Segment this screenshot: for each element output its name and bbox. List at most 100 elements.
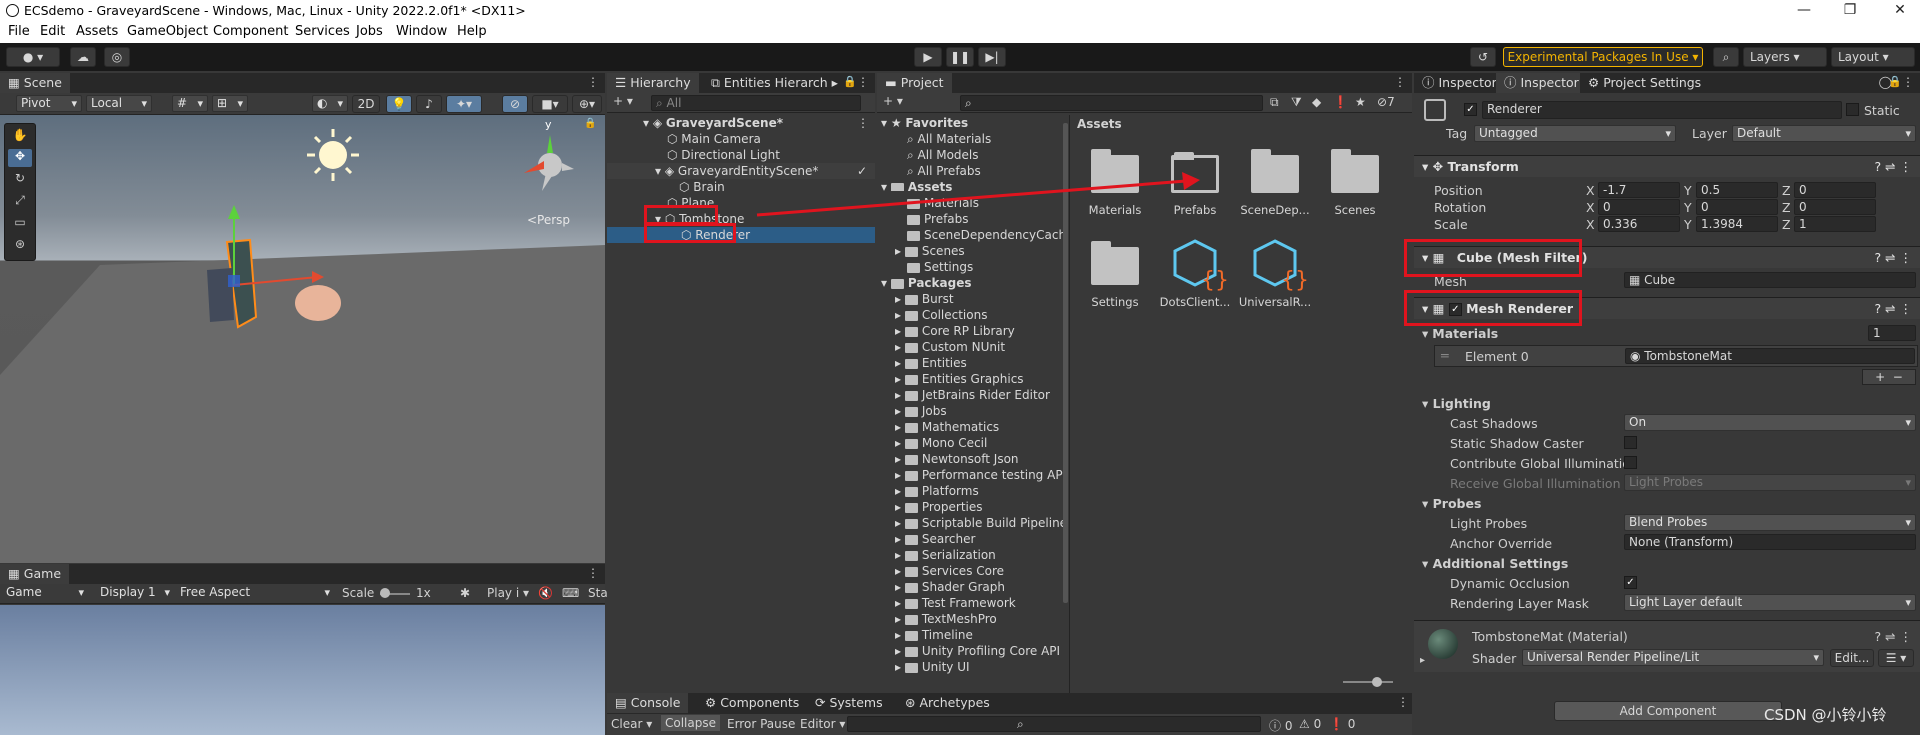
snap-increment-dropdown[interactable]: ⊞ [212, 95, 248, 112]
aspect-dropdown[interactable]: Free Aspect [176, 585, 334, 602]
tab-scene[interactable]: ▦ Scene [0, 73, 70, 93]
asset-folder[interactable]: Prefabs [907, 211, 969, 227]
mesh-field[interactable]: ▦ Cube [1624, 272, 1916, 288]
package-folder[interactable]: ▸ Unity UI [895, 659, 970, 675]
keyboard-icon[interactable]: ⌨ [562, 586, 579, 600]
package-folder[interactable]: ▸ Properties [895, 499, 983, 515]
dynamic-occlusion-checkbox[interactable]: ✓ [1624, 576, 1637, 589]
shading-mode-dropdown[interactable]: ◐ [312, 95, 348, 112]
favorite-item[interactable]: ⌕ All Prefabs [907, 163, 981, 179]
checkmark-icon[interactable]: ✓ [857, 163, 867, 179]
menu-edit[interactable]: Edit [40, 24, 65, 39]
cast-shadows-dropdown[interactable]: On [1624, 414, 1916, 431]
stats-button[interactable]: Sta [588, 586, 608, 600]
active-checkbox[interactable]: ✓ [1464, 103, 1477, 116]
transform-header[interactable]: ▾ ✥ Transform? ⇌ ⋮ [1414, 155, 1920, 177]
display-dropdown[interactable]: Display 1 [96, 585, 174, 602]
package-folder[interactable]: ▸ Scriptable Build Pipeline [895, 515, 1067, 531]
pivot-dropdown[interactable]: Pivot [16, 95, 82, 112]
create-button[interactable]: + ▾ [613, 94, 633, 108]
collab-icon[interactable]: ◎ [104, 47, 130, 67]
package-folder[interactable]: ▸ Entities [895, 355, 967, 371]
lock-icon[interactable]: 🔒 [843, 75, 857, 88]
icon-size-slider[interactable] [1343, 681, 1393, 683]
rendering-layer-dropdown[interactable]: Light Layer default [1624, 594, 1916, 611]
hidden-objects-icon[interactable]: ⊘ [502, 95, 528, 113]
position-field[interactable]: 0 [1794, 182, 1876, 198]
tab-entities-hierarchy[interactable]: ⧉ Entities Hierarch ▸ [703, 73, 846, 93]
package-folder[interactable]: ▸ Collections [895, 307, 987, 323]
move-tool-icon[interactable]: ✥ [8, 149, 32, 167]
tab-project-settings[interactable]: ⚙ Project Settings [1580, 73, 1710, 93]
folder-icon[interactable] [1331, 149, 1379, 193]
scriptable-asset-icon[interactable]: {} [1171, 237, 1227, 293]
package-folder[interactable]: ▸ Serialization [895, 547, 996, 563]
scale-slider-thumb[interactable] [380, 588, 390, 598]
more-menu-icon[interactable]: ⋮ [1902, 75, 1914, 89]
package-folder[interactable]: ▸ Searcher [895, 531, 975, 547]
hierarchy-item-brain[interactable]: ⬡ Brain [607, 179, 875, 195]
tab-inspector-2[interactable]: ⓘ Inspector [1496, 73, 1587, 93]
package-folder[interactable]: ▸ Performance testing AP [895, 467, 1063, 483]
more-menu-icon[interactable]: ⋮ [587, 566, 599, 580]
rotation-field[interactable]: 0 [1696, 199, 1778, 215]
more-menu-icon[interactable]: ⋮ [1394, 75, 1406, 89]
search-by-type-icon[interactable]: ⧉ [1270, 95, 1279, 110]
menu-gameobject[interactable]: GameObject [127, 24, 208, 39]
orientation-gizmo[interactable] [524, 135, 574, 191]
shader-dropdown[interactable]: Universal Render Pipeline/Lit [1522, 649, 1824, 666]
materials-label[interactable]: ▾ Materials [1422, 326, 1498, 341]
lock-icon[interactable]: 🔒 [584, 118, 596, 129]
menu-component[interactable]: Component [213, 24, 288, 39]
hierarchy-item-graveyardscene[interactable]: ▾ ◈ GraveyardScene* ⋮ [607, 115, 875, 131]
scriptable-asset-icon[interactable]: {} [1251, 237, 1307, 293]
create-asset-button[interactable]: + ▾ [883, 94, 903, 108]
experimental-packages-button[interactable]: Experimental Packages In Use ▾ [1503, 47, 1703, 67]
tab-project[interactable]: ▬ Project [877, 73, 952, 93]
package-folder[interactable]: ▸ Burst [895, 291, 954, 307]
hierarchy-item-graveyardentityscene[interactable]: ▾ ◈ GraveyardEntityScene* ✓ [607, 163, 875, 179]
transform-tool-icon[interactable]: ⊛ [8, 237, 32, 255]
assets-header[interactable]: ▾ Assets [881, 179, 1069, 191]
drag-handle-icon[interactable]: ═ [1441, 348, 1449, 363]
position-field[interactable]: -1.7 [1598, 182, 1680, 198]
project-tree-scrollbar[interactable] [1063, 123, 1068, 603]
breadcrumb[interactable]: Assets [1077, 117, 1122, 131]
grid-snap-dropdown[interactable]: # [172, 95, 208, 112]
local-dropdown[interactable]: Local [86, 95, 152, 112]
rect-tool-icon[interactable]: ▭ [8, 215, 32, 233]
collapse-toggle[interactable]: Collapse [661, 715, 720, 731]
error-count[interactable]: ❗ 0 [1329, 717, 1355, 731]
menu-assets[interactable]: Assets [76, 24, 118, 39]
package-folder[interactable]: ▸ Platforms [895, 483, 979, 499]
scale-field[interactable]: 0.336 [1598, 216, 1680, 232]
menu-jobs[interactable]: Jobs [356, 24, 383, 39]
more-menu-icon[interactable]: ⋮ [857, 75, 869, 89]
rotation-field[interactable]: 0 [1794, 199, 1876, 215]
contribute-gi-checkbox[interactable] [1624, 456, 1637, 469]
minimize-icon[interactable]: — [1794, 2, 1814, 18]
cloud-icon[interactable]: ☁ [70, 47, 96, 67]
package-folder[interactable]: ▸ Mathematics [895, 419, 999, 435]
hierarchy-item-directional-light[interactable]: ⬡ Directional Light [607, 147, 875, 163]
scale-tool-icon[interactable]: ⤢ [8, 193, 32, 211]
favorite-item[interactable]: ⌕ All Materials [907, 131, 991, 147]
more-menu-icon[interactable]: ⋮ [587, 75, 599, 89]
material-actions[interactable]: ? ⇌ ⋮ [1874, 629, 1912, 644]
tab-console[interactable]: ▤ Console [607, 693, 689, 713]
mute-audio-icon[interactable]: 🔇 [538, 586, 553, 600]
folder-icon[interactable] [1091, 241, 1139, 285]
menu-help[interactable]: Help [457, 24, 487, 39]
history-icon[interactable]: ↺ [1470, 47, 1496, 67]
package-folder[interactable]: ▸ Mono Cecil [895, 435, 987, 451]
asset-folder[interactable]: Settings [907, 259, 973, 275]
project-search-input[interactable]: ⌕ [960, 95, 1263, 111]
add-component-button[interactable]: Add Component [1554, 701, 1782, 721]
toggle-2d-button[interactable]: 2D [352, 95, 380, 113]
search-icon[interactable]: ⌕ [1713, 47, 1739, 67]
filter-icon[interactable]: ⧩ [1291, 95, 1302, 110]
asset-folder[interactable]: SceneDependencyCach [907, 227, 1066, 243]
maximize-icon[interactable]: ❐ [1840, 2, 1860, 18]
package-folder[interactable]: ▸ Newtonsoft Json [895, 451, 1019, 467]
label-icon[interactable]: ◆ [1312, 95, 1321, 109]
